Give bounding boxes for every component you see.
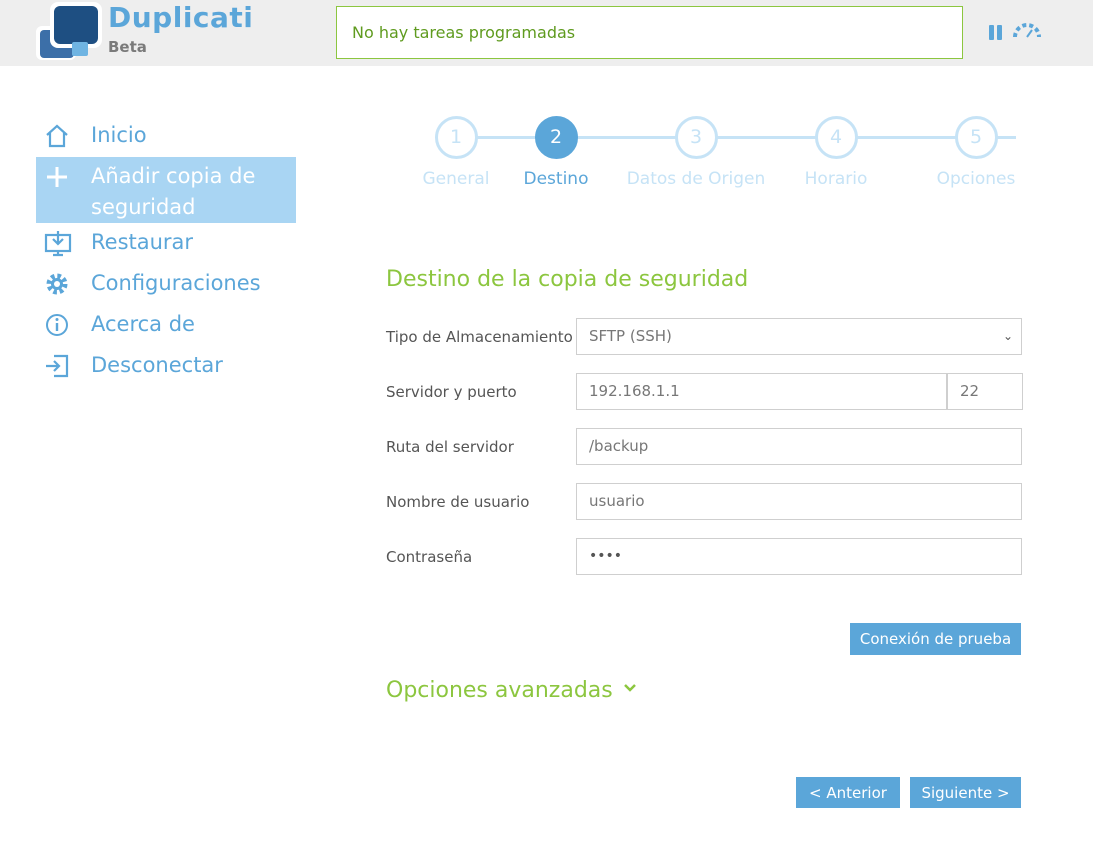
chevron-down-icon	[623, 674, 636, 692]
port-value: 22	[960, 382, 980, 400]
sidebar-item-label: Añadir copia de seguridad	[91, 164, 256, 219]
top-header: Duplicati Beta No hay tareas programadas	[0, 0, 1093, 66]
step-label: Destino	[523, 169, 589, 189]
step-destination[interactable]: 2 Destino	[486, 116, 626, 189]
step-label: Opciones	[936, 169, 1016, 189]
status-bar: No hay tareas programadas	[336, 6, 963, 59]
username-input[interactable]: usuario	[576, 483, 1022, 520]
sidebar-item-label: Desconectar	[91, 353, 223, 377]
advanced-options-toggle[interactable]: Opciones avanzadas	[386, 678, 636, 703]
step-number: 2	[534, 116, 578, 159]
path-label: Ruta del servidor	[386, 438, 514, 456]
gear-icon	[44, 271, 70, 297]
plus-icon	[44, 164, 70, 190]
server-row: Servidor y puerto 192.168.1.1 22	[386, 373, 1026, 411]
step-number: 3	[674, 116, 718, 159]
sidebar-item-label: Configuraciones	[91, 271, 261, 295]
home-icon	[44, 123, 70, 149]
password-row: Contraseña ••••	[386, 538, 1026, 576]
sidebar-nav: Inicio Añadir copia de seguridad Restaur…	[36, 116, 296, 387]
duplicati-logo[interactable]	[36, 2, 102, 60]
info-icon	[44, 312, 70, 338]
brand-subtitle: Beta	[108, 38, 147, 56]
storage-type-row: Tipo de Almacenamiento SFTP (SSH) ⌄	[386, 318, 1026, 356]
status-text: No hay tareas programadas	[352, 23, 576, 42]
step-label: Datos de Origen	[626, 169, 766, 189]
wizard-stepper: 1 General 2 Destino 3 Datos de Origen 4 …	[386, 116, 1026, 196]
sidebar-item-label: Acerca de	[91, 312, 195, 336]
chevron-down-icon: ⌄	[1002, 329, 1013, 343]
sidebar-item-home[interactable]: Inicio	[36, 116, 296, 157]
path-row: Ruta del servidor /backup	[386, 428, 1026, 466]
path-input[interactable]: /backup	[576, 428, 1022, 465]
password-value: ••••	[589, 548, 623, 564]
step-label: Horario	[804, 169, 868, 189]
brand-title: Duplicati	[108, 1, 254, 34]
step-schedule[interactable]: 4 Horario	[766, 116, 906, 189]
step-number: 4	[814, 116, 858, 159]
previous-button[interactable]: < Anterior	[796, 777, 900, 808]
next-button[interactable]: Siguiente >	[910, 777, 1021, 808]
server-input[interactable]: 192.168.1.1	[576, 373, 947, 410]
throttle-icon[interactable]	[1012, 22, 1042, 40]
step-options[interactable]: 5 Opciones	[906, 116, 1046, 189]
advanced-options-label: Opciones avanzadas	[386, 678, 613, 703]
password-label: Contraseña	[386, 548, 473, 566]
username-value: usuario	[589, 492, 645, 510]
sidebar-item-settings[interactable]: Configuraciones	[36, 264, 296, 305]
logout-icon	[44, 353, 70, 379]
restore-icon	[44, 230, 72, 257]
pause-icon[interactable]	[989, 25, 1003, 41]
sidebar-item-add-backup[interactable]: Añadir copia de seguridad	[36, 157, 296, 223]
sidebar-item-label: Inicio	[91, 123, 147, 147]
sidebar-item-label: Restaurar	[91, 230, 194, 254]
sidebar-item-restore[interactable]: Restaurar	[36, 223, 296, 264]
sidebar-item-logout[interactable]: Desconectar	[36, 346, 296, 387]
username-label: Nombre de usuario	[386, 493, 530, 511]
step-number: 1	[434, 116, 478, 159]
storage-type-label: Tipo de Almacenamiento	[386, 328, 573, 346]
step-source-data[interactable]: 3 Datos de Origen	[626, 116, 766, 189]
path-value: /backup	[589, 437, 649, 455]
sidebar-item-about[interactable]: Acerca de	[36, 305, 296, 346]
password-input[interactable]: ••••	[576, 538, 1022, 575]
section-title: Destino de la copia de seguridad	[386, 267, 749, 292]
server-label: Servidor y puerto	[386, 383, 517, 401]
port-input[interactable]: 22	[947, 373, 1023, 410]
test-connection-button[interactable]: Conexión de prueba	[850, 623, 1021, 655]
step-number: 5	[954, 116, 998, 159]
server-value: 192.168.1.1	[589, 382, 680, 400]
storage-type-select[interactable]: SFTP (SSH) ⌄	[576, 318, 1022, 355]
username-row: Nombre de usuario usuario	[386, 483, 1026, 521]
storage-type-value: SFTP (SSH)	[589, 327, 672, 345]
